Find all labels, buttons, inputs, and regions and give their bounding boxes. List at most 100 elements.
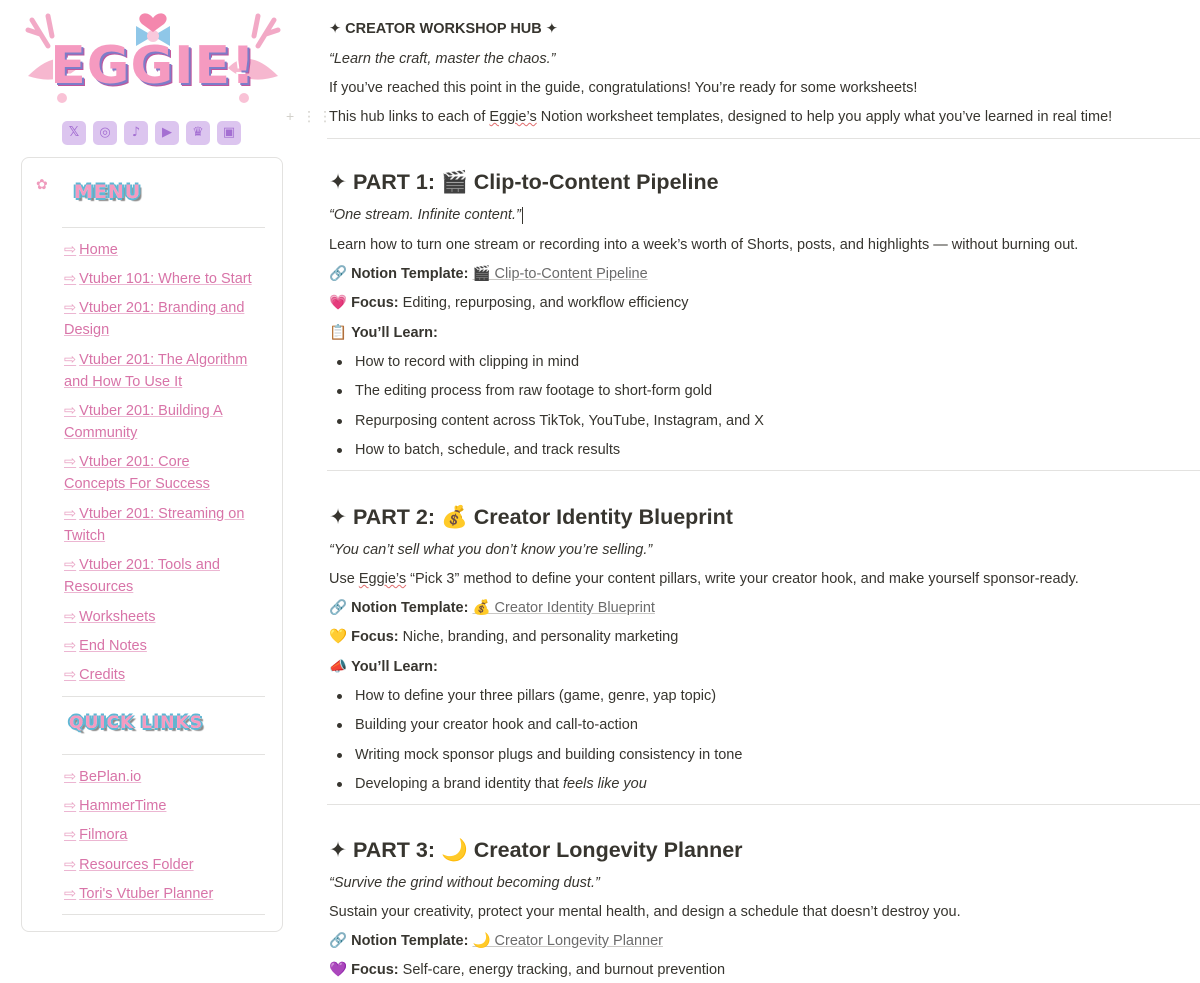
quick-link-label: BePlan.io — [79, 769, 142, 785]
focus-text: Self-care, energy tracking, and burnout … — [398, 962, 726, 978]
template-label: Notion Template: — [351, 600, 469, 616]
list-item: Writing mock sponsor plugs and building … — [336, 747, 743, 763]
part-2-description: Use Eggie’s “Pick 3” method to define yo… — [329, 569, 1079, 589]
part-3-template-link[interactable]: 🌙 Creator Longevity Planner — [472, 933, 663, 949]
part-1-heading: ✦ PART 1: 🎬 Clip-to-Content Pipeline — [329, 170, 719, 194]
part-3-description: Sustain your creativity, protect your me… — [329, 904, 961, 920]
arrow-right-icon: ⇨ — [64, 403, 77, 419]
quote-text: “One stream. Infinite content.” — [329, 207, 521, 223]
nav-link-label: Vtuber 201: Building A — [79, 403, 223, 419]
flower-icon: ✿ — [36, 176, 48, 192]
part-1-focus-row: 💗 Focus: Editing, repurposing, and workf… — [329, 293, 689, 313]
nav-link-vtuber-101[interactable]: ⇨ Vtuber 101: Where to Start — [64, 268, 264, 290]
part-3-focus-row: 💜 Focus: Self-care, energy tracking, and… — [329, 960, 725, 980]
quick-link-beplan[interactable]: ⇨ BePlan.io — [64, 766, 264, 788]
hub-intro-2: This hub links to each of Eggie’s Notion… — [329, 107, 1112, 127]
text-segment: This hub links to each of — [329, 109, 490, 125]
arrow-right-icon: ⇨ — [64, 769, 77, 785]
learn-label: You’ll Learn: — [351, 325, 438, 341]
arrow-right-icon: ⇨ — [64, 609, 77, 625]
link-icon: 🔗 — [329, 933, 348, 949]
arrow-right-icon: ⇨ — [64, 242, 77, 258]
list-item: How to batch, schedule, and track result… — [336, 442, 621, 458]
quick-link-filmora[interactable]: ⇨ Filmora — [64, 824, 264, 846]
vgen-icon[interactable]: ♛ — [186, 121, 210, 145]
quick-link-resources-folder[interactable]: ⇨ Resources Folder — [64, 854, 264, 876]
arrow-right-icon: ⇨ — [64, 638, 77, 654]
nav-link-label-cont: and How To Use It — [64, 374, 183, 390]
text-segment: Developing a brand identity that — [355, 776, 563, 792]
nav-link-tools[interactable]: ⇨ Vtuber 201: Tools and Resources — [64, 554, 264, 598]
arrow-right-icon: ⇨ — [64, 798, 77, 814]
list-item: How to define your three pillars (game, … — [336, 688, 717, 704]
focus-label: Focus: — [351, 295, 399, 311]
nav-link-label-cont: Resources — [64, 579, 134, 595]
drag-handle-icon[interactable]: + ⋮⋮ — [286, 108, 334, 125]
focus-label: Focus: — [351, 962, 399, 978]
youtube-icon[interactable]: ▶ — [155, 121, 179, 145]
nav-link-label-cont: Design — [64, 322, 110, 338]
menu-title: MENU — [74, 181, 142, 203]
yellow-heart-icon: 💛 — [329, 629, 348, 645]
x-icon[interactable]: 𝕏 — [62, 121, 86, 145]
part-3-heading: ✦ PART 3: 🌙 Creator Longevity Planner — [329, 838, 743, 862]
part-1-description: Learn how to turn one stream or recordin… — [329, 237, 1079, 253]
divider — [62, 914, 265, 915]
arrow-right-icon: ⇨ — [64, 300, 77, 316]
nav-link-label: Vtuber 201: Core — [79, 454, 190, 470]
text-cursor — [521, 206, 523, 224]
divider — [327, 470, 1200, 471]
part-1-template-link[interactable]: 🎬 Clip-to-Content Pipeline — [472, 266, 647, 282]
part-2-template-link[interactable]: 💰 Creator Identity Blueprint — [472, 600, 654, 616]
nav-link-twitch[interactable]: ⇨ Vtuber 201: Streaming on Twitch — [64, 503, 264, 547]
nav-link-label: End Notes — [79, 638, 147, 654]
eggie-logo: EGGIE! — [18, 6, 288, 118]
clipboard-icon: 📋 — [329, 325, 348, 341]
nav-link-worksheets[interactable]: ⇨ Worksheets — [64, 606, 264, 628]
focus-text: Niche, branding, and personality marketi… — [398, 629, 679, 645]
social-links: 𝕏 ◎ ♪ ▶ ♛ ▣ — [62, 121, 241, 145]
arrow-right-icon: ⇨ — [64, 271, 77, 287]
divider — [62, 227, 265, 228]
arrow-right-icon: ⇨ — [64, 352, 77, 368]
nav-link-label: Vtuber 201: Tools and — [79, 557, 220, 573]
nav-link-community[interactable]: ⇨ Vtuber 201: Building A Community — [64, 400, 264, 444]
template-label: Notion Template: — [351, 266, 469, 282]
quick-link-tori-planner[interactable]: ⇨ Tori's Vtuber Planner — [64, 883, 264, 905]
text-segment: Use — [329, 571, 359, 587]
nav-link-core-concepts[interactable]: ⇨ Vtuber 201: Core Concepts For Success — [64, 451, 264, 495]
divider — [327, 138, 1200, 139]
instagram-icon[interactable]: ◎ — [93, 121, 117, 145]
megaphone-icon: 📣 — [329, 659, 348, 675]
nav-link-branding[interactable]: ⇨ Vtuber 201: Branding and Design — [64, 297, 264, 341]
nav-link-label: Credits — [79, 667, 126, 683]
quick-link-label: Resources Folder — [79, 857, 194, 873]
arrow-right-icon: ⇨ — [64, 506, 77, 522]
quick-link-hammertime[interactable]: ⇨ HammerTime — [64, 795, 264, 817]
nav-link-home[interactable]: ⇨ Home — [64, 239, 264, 261]
nav-link-label: Worksheets — [79, 609, 156, 625]
nav-link-label: Vtuber 201: The Algorithm — [79, 352, 248, 368]
nav-link-label: Vtuber 201: Branding and — [79, 300, 245, 316]
nav-link-end-notes[interactable]: ⇨ End Notes — [64, 635, 264, 657]
quick-links-title: QUICK LINKS — [69, 713, 203, 733]
part-1-learn-row: 📋 You’ll Learn: — [329, 323, 438, 343]
arrow-right-icon: ⇨ — [64, 557, 77, 573]
nav-link-label-cont: Concepts For Success — [64, 476, 210, 492]
part-1-template-row: 🔗 Notion Template: 🎬 Clip-to-Content Pip… — [329, 264, 648, 284]
nav-link-label-cont: Community — [64, 425, 138, 441]
focus-label: Focus: — [351, 629, 399, 645]
part-1-quote[interactable]: “One stream. Infinite content.” — [329, 205, 523, 225]
nav-link-algorithm[interactable]: ⇨ Vtuber 201: The Algorithm and How To Use… — [64, 349, 264, 393]
template-label: Notion Template: — [351, 933, 469, 949]
list-item: Developing a brand identity that feels l… — [337, 774, 647, 794]
arrow-right-icon: ⇨ — [64, 857, 77, 873]
tiktok-icon[interactable]: ♪ — [124, 121, 148, 145]
twitch-icon[interactable]: ▣ — [217, 121, 241, 145]
part-2-focus-row: 💛 Focus: Niche, branding, and personalit… — [329, 627, 678, 647]
nav-link-credits[interactable]: ⇨ Credits — [64, 664, 264, 686]
arrow-right-icon: ⇨ — [64, 886, 77, 902]
divider — [62, 754, 265, 755]
link-icon: 🔗 — [329, 600, 348, 616]
part-2-quote: “You can’t sell what you don’t know you’… — [329, 542, 653, 558]
